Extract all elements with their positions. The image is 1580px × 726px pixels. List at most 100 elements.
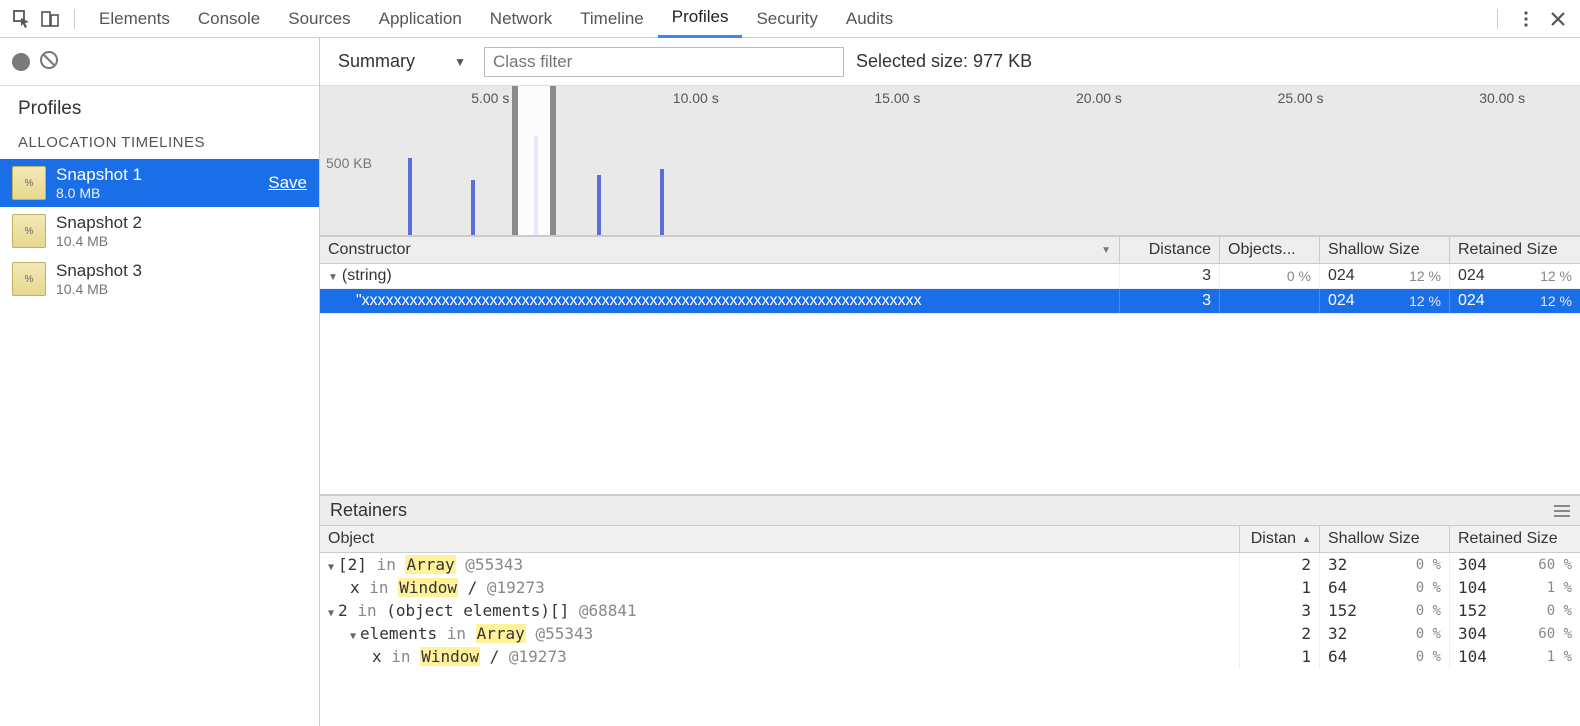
constructor-row[interactable]: (string) 3 0 % 02412 % 02412 % xyxy=(320,264,1580,289)
close-icon[interactable] xyxy=(1544,5,1572,33)
separator xyxy=(1497,9,1498,29)
col-retained-size[interactable]: Retained Size xyxy=(1450,237,1580,263)
allocation-bar xyxy=(408,158,412,235)
retainer-object-cell: 2 in (object elements)[] @68841 xyxy=(320,599,1240,622)
view-mode-label: Summary xyxy=(338,51,415,72)
tab-application[interactable]: Application xyxy=(365,1,476,37)
device-mode-icon[interactable] xyxy=(36,5,64,33)
retainer-row[interactable]: [2] in Array @55343 2 320 % 30460 % xyxy=(320,553,1580,576)
retainer-shallow-cell: 320 % xyxy=(1320,553,1450,576)
col-objects[interactable]: Objects... xyxy=(1220,237,1320,263)
retainers-panel: Retainers Object Distan Shallow Size Ret… xyxy=(320,495,1580,726)
snapshot-title: Snapshot 3 xyxy=(56,261,307,281)
allocation-bar xyxy=(597,175,601,236)
record-button[interactable] xyxy=(12,53,30,71)
col-distance[interactable]: Distance xyxy=(1120,237,1220,263)
constructor-row[interactable]: "xxxxxxxxxxxxxxxxxxxxxxxxxxxxxxxxxxxxxxx… xyxy=(320,289,1580,314)
constructor-label: (string) xyxy=(342,267,392,285)
retainer-row[interactable]: elements in Array @55343 2 320 % 30460 % xyxy=(320,622,1580,645)
retainer-object-cell: x in Window / @19273 xyxy=(320,645,1240,668)
retainer-distance-cell: 1 xyxy=(1240,576,1320,599)
tab-network[interactable]: Network xyxy=(476,1,566,37)
snapshot-save-link[interactable]: Save xyxy=(268,173,307,193)
retainer-shallow-cell: 1520 % xyxy=(1320,599,1450,622)
tab-elements[interactable]: Elements xyxy=(85,1,184,37)
timeline-selection[interactable] xyxy=(515,86,553,235)
tab-security[interactable]: Security xyxy=(742,1,831,37)
objects-cell xyxy=(1220,289,1320,313)
chevron-down-icon: ▼ xyxy=(454,55,466,69)
ret-col-distance[interactable]: Distan xyxy=(1240,526,1320,552)
timeline-ylabel: 500 KB xyxy=(326,155,372,171)
retainer-distance-cell: 1 xyxy=(1240,645,1320,668)
clear-icon[interactable] xyxy=(38,49,60,74)
timeline-tick: 20.00 s xyxy=(1076,90,1122,106)
expand-icon[interactable] xyxy=(350,624,360,643)
timeline-tick: 25.00 s xyxy=(1278,90,1324,106)
snapshot-item[interactable]: % Snapshot 1 8.0 MB Save xyxy=(0,159,319,207)
snapshot-size: 8.0 MB xyxy=(56,185,258,201)
retainer-row[interactable]: x in Window / @19273 1 640 % 1041 % xyxy=(320,576,1580,599)
selected-size-label: Selected size: 977 KB xyxy=(856,51,1032,72)
col-shallow-size[interactable]: Shallow Size xyxy=(1320,237,1450,263)
ret-col-shallow[interactable]: Shallow Size xyxy=(1320,526,1450,552)
retainer-distance-cell: 2 xyxy=(1240,553,1320,576)
snapshot-icon: % xyxy=(12,166,46,200)
sidebar-section-label: ALLOCATION TIMELINES xyxy=(0,126,319,159)
retainer-distance-cell: 2 xyxy=(1240,622,1320,645)
expand-icon[interactable] xyxy=(328,267,342,285)
expand-icon[interactable] xyxy=(328,601,338,620)
allocation-bar xyxy=(471,180,475,235)
tab-console[interactable]: Console xyxy=(184,1,274,37)
devtools-tabs: ElementsConsoleSourcesApplicationNetwork… xyxy=(85,0,907,38)
retainer-row[interactable]: x in Window / @19273 1 640 % 1041 % xyxy=(320,645,1580,668)
timeline-tick: 15.00 s xyxy=(874,90,920,106)
distance-cell: 3 xyxy=(1120,289,1220,313)
kebab-menu-icon[interactable] xyxy=(1512,5,1540,33)
snapshot-icon: % xyxy=(12,262,46,296)
snapshot-size: 10.4 MB xyxy=(56,281,307,297)
timeline-tick: 5.00 s xyxy=(471,90,509,106)
snapshot-icon: % xyxy=(12,214,46,248)
tab-sources[interactable]: Sources xyxy=(274,1,364,37)
class-filter-input[interactable] xyxy=(484,47,844,77)
retainer-retained-cell: 1520 % xyxy=(1450,599,1580,622)
retainer-row[interactable]: 2 in (object elements)[] @68841 3 1520 %… xyxy=(320,599,1580,622)
view-mode-select[interactable]: Summary ▼ xyxy=(332,49,472,74)
retained-cell: 02412 % xyxy=(1450,289,1580,313)
timeline-tick: 30.00 s xyxy=(1479,90,1525,106)
retainers-title: Retainers xyxy=(330,500,407,521)
allocation-timeline[interactable]: 5.00 s 10.00 s 15.00 s 20.00 s 25.00 s 30.00 … xyxy=(320,86,1580,236)
tab-timeline[interactable]: Timeline xyxy=(566,1,658,37)
ret-col-retained[interactable]: Retained Size xyxy=(1450,526,1580,552)
ret-col-object[interactable]: Object xyxy=(320,526,1240,552)
retainer-retained-cell: 30460 % xyxy=(1450,622,1580,645)
snapshot-title: Snapshot 1 xyxy=(56,165,258,185)
distance-cell: 3 xyxy=(1120,264,1220,288)
retainer-object-cell: [2] in Array @55343 xyxy=(320,553,1240,576)
profile-view: Summary ▼ Selected size: 977 KB 5.00 s10… xyxy=(320,38,1580,726)
shallow-cell: 02412 % xyxy=(1320,264,1450,288)
objects-cell: 0 % xyxy=(1220,264,1320,288)
inspect-icon[interactable] xyxy=(8,5,36,33)
snapshot-item[interactable]: % Snapshot 2 10.4 MB xyxy=(0,207,319,255)
retainer-retained-cell: 30460 % xyxy=(1450,553,1580,576)
expand-icon[interactable] xyxy=(328,555,338,574)
snapshot-item[interactable]: % Snapshot 3 10.4 MB xyxy=(0,255,319,303)
retainers-menu-icon[interactable] xyxy=(1554,505,1570,517)
retainer-distance-cell: 3 xyxy=(1240,599,1320,622)
retainer-retained-cell: 1041 % xyxy=(1450,576,1580,599)
tab-audits[interactable]: Audits xyxy=(832,1,907,37)
timeline-tick: 10.00 s xyxy=(673,90,719,106)
allocation-bar xyxy=(660,169,664,235)
separator xyxy=(74,9,75,29)
shallow-cell: 02412 % xyxy=(1320,289,1450,313)
snapshot-size: 10.4 MB xyxy=(56,233,307,249)
retainer-object-cell: x in Window / @19273 xyxy=(320,576,1240,599)
retained-cell: 02412 % xyxy=(1450,264,1580,288)
col-constructor[interactable]: Constructor▼ xyxy=(320,237,1120,263)
snapshot-title: Snapshot 2 xyxy=(56,213,307,233)
retainer-shallow-cell: 640 % xyxy=(1320,576,1450,599)
retainer-retained-cell: 1041 % xyxy=(1450,645,1580,668)
tab-profiles[interactable]: Profiles xyxy=(658,0,743,38)
